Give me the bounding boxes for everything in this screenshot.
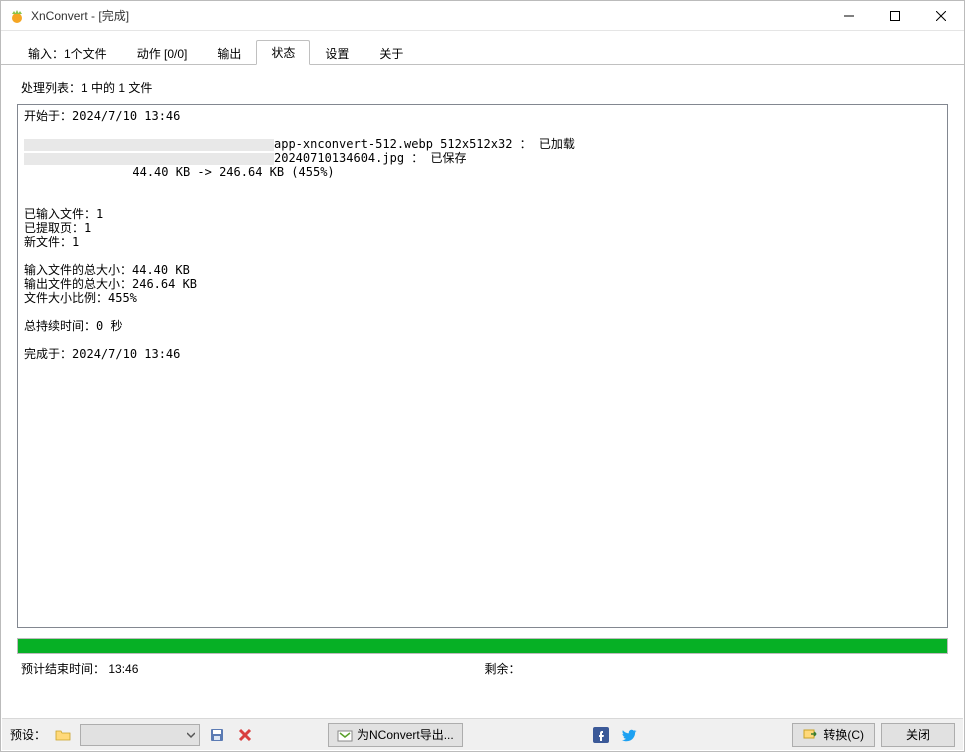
facebook-button[interactable]: [590, 724, 612, 746]
tab-input[interactable]: 输入：1个文件: [13, 41, 122, 65]
log-size-change: 44.40 KB -> 246.64 KB (455%): [24, 165, 941, 179]
preset-open-button[interactable]: [52, 724, 74, 746]
eta-label: 预计结束时间：: [21, 662, 105, 676]
log-end-time: 2024/7/10 13:46: [72, 347, 180, 361]
queue-summary: 处理列表：1 中的 1 文件: [21, 79, 948, 96]
window-title: XnConvert - [完成]: [31, 7, 129, 24]
preset-label: 预设：: [10, 726, 46, 743]
convert-button-label: 转换(C): [823, 726, 864, 743]
log-size-ratio: 文件大小比例：455%: [24, 291, 941, 305]
export-nconvert-button[interactable]: 为NConvert导出...: [328, 723, 463, 747]
convert-icon: [803, 727, 819, 743]
remaining-label: 剩余：: [485, 662, 521, 676]
log-start-time: 2024/7/10 13:46: [72, 109, 180, 123]
close-button[interactable]: 关闭: [881, 723, 955, 747]
save-icon: [209, 727, 225, 743]
window-close-button[interactable]: [918, 1, 964, 31]
log-duration: 总持续时间：0 秒: [24, 319, 941, 333]
log-input-file: app-xnconvert-512.webp 512x512x32 ： 已加载: [274, 137, 575, 151]
tab-about[interactable]: 关于: [364, 41, 418, 65]
bottom-toolbar: 预设：: [2, 718, 963, 750]
log-end-label: 完成于：: [24, 347, 72, 361]
delete-icon: [238, 728, 252, 742]
twitter-button[interactable]: [618, 724, 640, 746]
preset-delete-button[interactable]: [234, 724, 256, 746]
log-newfiles-count: 新文件：1: [24, 235, 941, 249]
log-pages-count: 已提取页：1: [24, 221, 941, 235]
tab-actions[interactable]: 动作 [0/0]: [122, 41, 203, 65]
facebook-icon: [593, 727, 609, 743]
tab-settings[interactable]: 设置: [310, 41, 364, 65]
tab-output[interactable]: 输出: [202, 41, 256, 65]
log-total-in-size: 输入文件的总大小：44.40 KB: [24, 263, 941, 277]
twitter-icon: [621, 727, 637, 743]
convert-button[interactable]: 转换(C): [792, 723, 875, 747]
log-start-label: 开始于：: [24, 109, 72, 123]
close-button-label: 关闭: [906, 726, 930, 743]
redacted-output-path: [24, 153, 274, 165]
eta-value: 13:46: [108, 662, 138, 676]
chevron-down-icon: [187, 731, 195, 739]
app-icon: [9, 8, 25, 24]
preset-dropdown[interactable]: [80, 724, 200, 746]
folder-icon: [55, 727, 71, 743]
tab-bar: 输入：1个文件 动作 [0/0] 输出 状态 设置 关于: [1, 41, 964, 65]
tab-status[interactable]: 状态: [256, 40, 310, 65]
minimize-button[interactable]: [826, 1, 872, 31]
redacted-input-path: [24, 139, 274, 151]
progress-bar-fill: [18, 639, 947, 653]
log-total-out-size: 输出文件的总大小：246.64 KB: [24, 277, 941, 291]
titlebar: XnConvert - [完成]: [1, 1, 964, 31]
log-output-file: 20240710134604.jpg ： 已保存: [274, 151, 467, 165]
export-icon: [337, 727, 353, 743]
status-log[interactable]: 开始于：2024/7/10 13:46 app-xnconvert-512.we…: [17, 104, 948, 628]
progress-bar: [17, 638, 948, 654]
export-nconvert-label: 为NConvert导出...: [357, 726, 454, 743]
preset-save-button[interactable]: [206, 724, 228, 746]
log-input-count: 已输入文件：1: [24, 207, 941, 221]
maximize-button[interactable]: [872, 1, 918, 31]
